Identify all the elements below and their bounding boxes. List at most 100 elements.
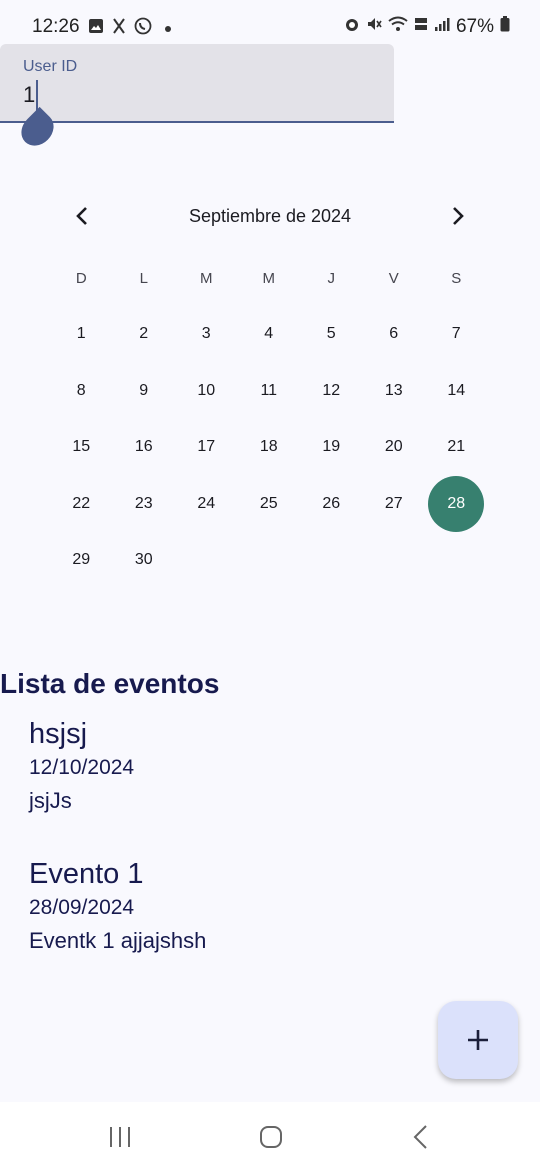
- calendar-week-row: 22 23 24 25 26 27 28: [50, 475, 488, 533]
- calendar-empty-cell: [300, 532, 363, 589]
- calendar-day[interactable]: 15: [50, 419, 113, 476]
- system-nav-bar: [0, 1102, 540, 1170]
- calendar-day[interactable]: 27: [363, 476, 426, 533]
- calendar-day-number: 14: [447, 381, 466, 399]
- event-item[interactable]: Evento 1 28/09/2024 Eventk 1 ajjajshsh: [29, 856, 509, 958]
- calendar-day[interactable]: 16: [113, 419, 176, 476]
- calendar-day[interactable]: 4: [238, 306, 301, 363]
- battery-icon: [500, 16, 510, 38]
- calendar-day[interactable]: 9: [113, 363, 176, 420]
- weekday-label: M: [200, 270, 213, 287]
- calendar-day[interactable]: 10: [175, 363, 238, 420]
- app-icon: [111, 17, 127, 40]
- recent-apps-icon[interactable]: [108, 1126, 132, 1153]
- calendar-day-number: 11: [260, 381, 278, 399]
- calendar-day[interactable]: 5: [300, 306, 363, 363]
- signal-icon: [434, 16, 450, 38]
- month-title: Septiembre de 2024: [188, 206, 352, 226]
- event-item[interactable]: hsjsj 12/10/2024 jsjJs: [29, 716, 509, 818]
- battery-percent: 67%: [455, 16, 494, 37]
- calendar-day-number: 8: [76, 381, 86, 399]
- calendar-day[interactable]: 19: [300, 419, 363, 476]
- calendar-day-number: 2: [139, 325, 149, 343]
- weekday-label: L: [139, 270, 148, 287]
- calendar-day[interactable]: 1: [50, 306, 113, 363]
- event-list-title: Lista de eventos: [0, 668, 220, 699]
- calendar-day-number: 21: [447, 438, 466, 456]
- weekday-label: V: [388, 270, 399, 287]
- weekday-label: D: [75, 270, 87, 287]
- calendar-day-number: 28: [428, 475, 485, 532]
- event-date: 12/10/2024: [29, 756, 135, 779]
- calendar-day[interactable]: 12: [300, 363, 363, 420]
- calendar-day[interactable]: 13: [363, 363, 426, 420]
- event-description: jsjJs: [29, 788, 72, 813]
- calendar-day[interactable]: 25: [238, 476, 301, 533]
- calendar-week-row: 29 30: [50, 532, 488, 589]
- weekday-header-row: D L M M J V S: [50, 270, 488, 287]
- calendar-day-number: 30: [134, 551, 153, 569]
- calendar-day[interactable]: 18: [238, 419, 301, 476]
- add-event-button[interactable]: [438, 1001, 518, 1079]
- gallery-icon: [88, 18, 104, 39]
- calendar-day-number: 16: [134, 438, 153, 456]
- calendar-day[interactable]: 30: [113, 532, 176, 589]
- calendar-day-number: 22: [72, 494, 91, 512]
- calendar-day-number: 4: [264, 325, 274, 343]
- calendar-empty-cell: [363, 532, 426, 589]
- status-left-icons: [88, 17, 171, 40]
- status-right: 67%: [344, 16, 510, 38]
- calendar-day-number: 3: [201, 325, 211, 343]
- calendar-day[interactable]: 24: [175, 476, 238, 533]
- calendar-day[interactable]: 2: [113, 306, 176, 363]
- calendar-day[interactable]: 17: [175, 419, 238, 476]
- event-description: Eventk 1 ajjajshsh: [29, 928, 207, 953]
- event-title: hsjsj: [29, 718, 88, 750]
- weekday-label: M: [262, 270, 276, 287]
- event-title: Evento 1: [29, 858, 144, 890]
- back-icon[interactable]: [412, 1124, 428, 1155]
- calendar-day[interactable]: 3: [175, 306, 238, 363]
- calendar-day-number: 29: [72, 551, 91, 569]
- user-id-label: User ID: [23, 58, 78, 75]
- calendar-day[interactable]: 14: [425, 363, 488, 420]
- calendar-empty-cell: [238, 532, 301, 589]
- calendar-day-number: 17: [197, 438, 216, 456]
- home-icon[interactable]: [259, 1126, 283, 1153]
- calendar-day[interactable]: 22: [50, 476, 113, 533]
- user-id-field[interactable]: User ID 1: [0, 44, 394, 123]
- wifi-icon: [388, 16, 408, 38]
- calendar-day-number: 1: [76, 325, 86, 343]
- calendar-day-number: 26: [322, 494, 341, 512]
- next-month-button[interactable]: [442, 196, 474, 236]
- calendar-day-number: 18: [259, 438, 278, 456]
- chevron-left-icon: [76, 207, 87, 225]
- calendar-week-row: 8 9 10 11 12 13 14: [50, 363, 488, 420]
- weekday-label: J: [327, 270, 336, 287]
- calendar-day-selected[interactable]: 28: [425, 475, 488, 533]
- chevron-right-icon: [453, 207, 464, 225]
- calendar-day[interactable]: 8: [50, 363, 113, 420]
- calendar-day-number: 13: [384, 381, 403, 399]
- calendar-day[interactable]: 26: [300, 476, 363, 533]
- calendar-day[interactable]: 6: [363, 306, 426, 363]
- calendar-day[interactable]: 29: [50, 532, 113, 589]
- calendar-day[interactable]: 21: [425, 419, 488, 476]
- calendar-day[interactable]: 11: [238, 363, 301, 420]
- calendar-day[interactable]: 7: [425, 306, 488, 363]
- calendar-empty-cell: [175, 532, 238, 589]
- user-id-value[interactable]: 1: [23, 82, 35, 108]
- event-date: 28/09/2024: [29, 896, 135, 919]
- calendar-day[interactable]: 23: [113, 476, 176, 533]
- volte-icon: [414, 16, 428, 38]
- calendar-day-number: 10: [197, 381, 216, 399]
- calendar-day[interactable]: 20: [363, 419, 426, 476]
- alarm-icon: [344, 16, 360, 38]
- event-list: hsjsj 12/10/2024 jsjJs Evento 1 28/09/20…: [29, 716, 509, 996]
- previous-month-button[interactable]: [66, 196, 98, 236]
- calendar-header: Septiembre de 2024: [0, 196, 540, 236]
- weekday-label: S: [451, 270, 462, 287]
- whatsapp-icon: [134, 17, 152, 40]
- calendar-day-number: 24: [197, 494, 216, 512]
- calendar-day-number: 7: [451, 325, 461, 343]
